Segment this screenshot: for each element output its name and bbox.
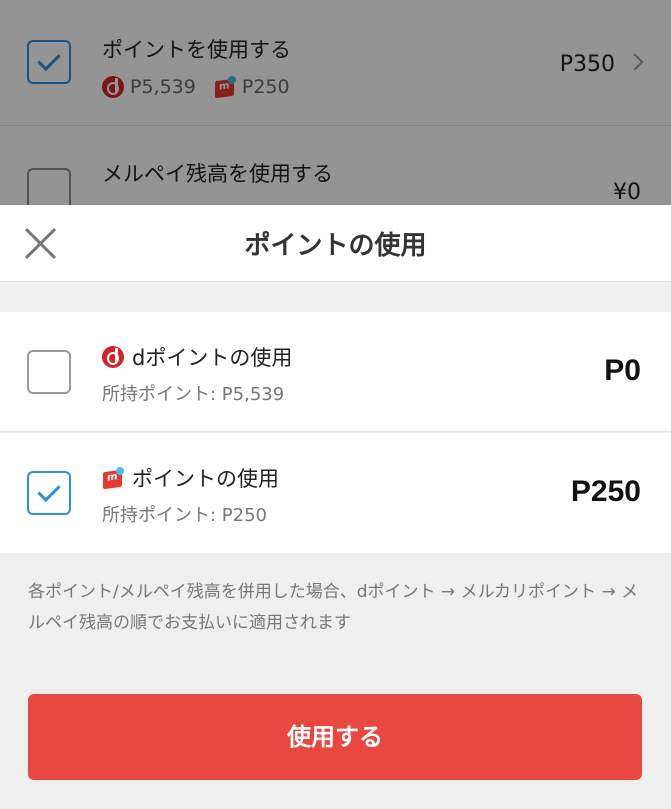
- mercari-point-checkbox[interactable]: [27, 471, 71, 515]
- mercari-point-icon: [102, 467, 124, 490]
- modal-title: ポイントの使用: [244, 231, 427, 261]
- d-point-option-label: dポイントの使用: [132, 346, 293, 370]
- d-point-amount: P0: [604, 354, 641, 387]
- mercari-point-amount: P250: [570, 475, 641, 508]
- d-point-option[interactable]: dポイントの使用 所持ポイント: P5,539 P0: [0, 312, 671, 432]
- d-point-checkbox[interactable]: [27, 350, 71, 394]
- mercari-point-held: 所持ポイント: P250: [102, 505, 267, 526]
- use-button[interactable]: 使用する: [28, 694, 642, 780]
- dim-overlay[interactable]: [0, 0, 671, 205]
- mercari-point-option[interactable]: ポイントの使用 所持ポイント: P250 P250: [0, 433, 671, 553]
- modal-header: ポイントの使用: [0, 205, 671, 282]
- mercari-point-option-label: ポイントの使用: [132, 467, 279, 491]
- application-order-note: 各ポイント/メルペイ残高を併用した場合、dポイント → メルカリポイント → メ…: [28, 582, 639, 633]
- mercari-point-option-name-row: ポイントの使用: [102, 463, 279, 493]
- d-point-option-name-row: dポイントの使用: [102, 342, 292, 372]
- points-modal: ポイントの使用 dポイントの使用 所持ポイント: P5,539 P0 ポイントの…: [0, 205, 671, 809]
- d-point-held: 所持ポイント: P5,539: [102, 384, 285, 405]
- d-point-icon: [102, 346, 124, 368]
